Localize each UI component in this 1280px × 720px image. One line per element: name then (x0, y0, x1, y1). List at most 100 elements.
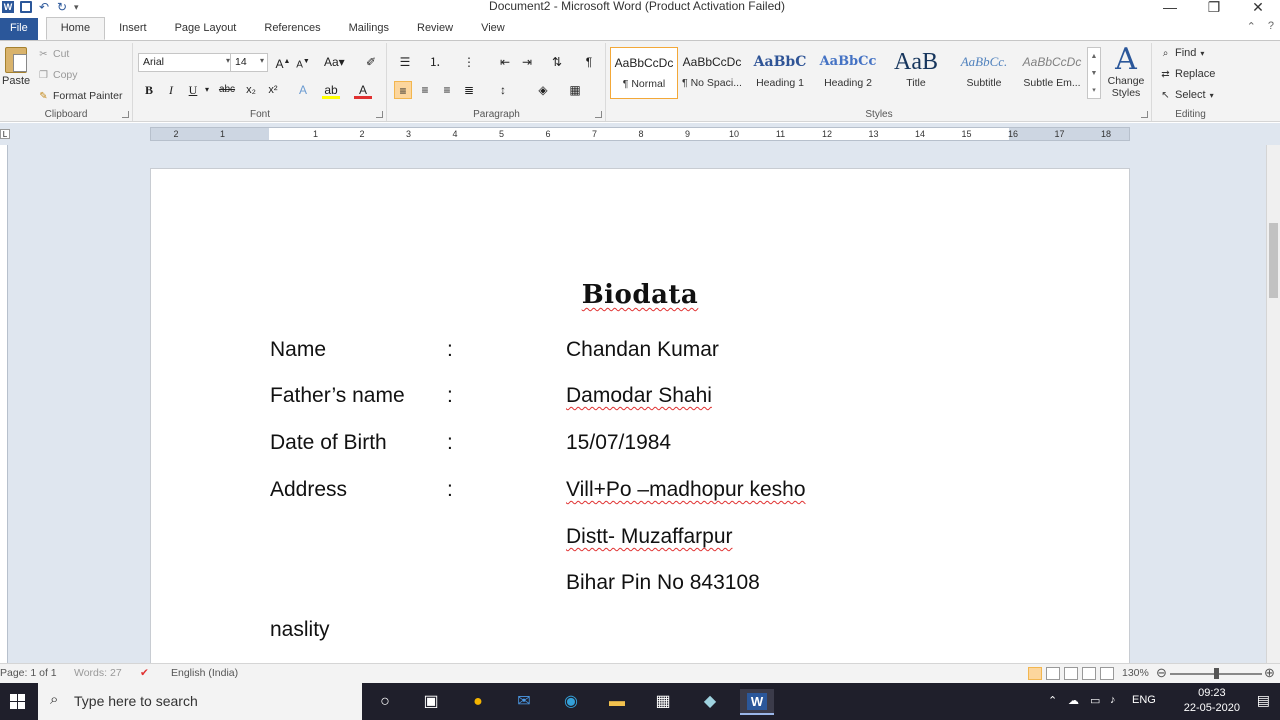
increase-indent-icon[interactable]: ⇥ (518, 53, 536, 71)
styles-launcher-icon[interactable] (1141, 111, 1148, 118)
page-count[interactable]: Page: 1 of 1 (0, 667, 57, 679)
document-page[interactable]: Biodata Name : Chandan Kumar Father’s na… (150, 168, 1130, 663)
proofing-icon[interactable]: ✔ (140, 667, 149, 679)
paragraph-launcher-icon[interactable] (595, 111, 602, 118)
start-button[interactable] (0, 683, 36, 720)
battery-icon[interactable]: ▭ (1090, 694, 1100, 707)
tab-mailings[interactable]: Mailings (335, 18, 403, 40)
style-normal[interactable]: AaBbCcDc ¶ Normal (610, 47, 678, 99)
zoom-in-icon[interactable]: ⊕ (1264, 665, 1275, 681)
tab-references[interactable]: References (250, 18, 334, 40)
print-layout-view-icon[interactable] (1028, 667, 1042, 680)
font-name-box[interactable]: Arial ▾ (138, 53, 234, 72)
style-subtitle[interactable]: AaBbCc. Subtitle (950, 47, 1018, 99)
vertical-ruler[interactable] (0, 145, 8, 663)
cut-button[interactable]: ✂ Cut (38, 48, 69, 60)
clear-formatting-icon[interactable]: ✐ (362, 53, 380, 71)
style-no-spacing[interactable]: AaBbCcDc ¶ No Spaci... (678, 47, 746, 99)
taskbar-search[interactable]: ⌕ Type here to search (38, 683, 362, 720)
align-center-icon[interactable]: ≡ (416, 81, 434, 99)
shrink-font-icon[interactable]: A▼ (294, 53, 312, 71)
font-size-box[interactable]: 14 ▾ (230, 53, 268, 72)
language-indicator[interactable]: English (India) (171, 667, 238, 679)
minimize-ribbon-icon[interactable]: ⌃ (1247, 20, 1256, 33)
web-layout-view-icon[interactable] (1064, 667, 1078, 680)
decrease-indent-icon[interactable]: ⇤ (496, 53, 514, 71)
tab-page-layout[interactable]: Page Layout (161, 18, 251, 40)
line-spacing-icon[interactable]: ↕ (494, 81, 512, 99)
italic-icon[interactable]: I (162, 81, 180, 99)
grow-font-icon[interactable]: A▲ (274, 53, 292, 71)
tab-home[interactable]: Home (45, 17, 106, 40)
style-heading-1[interactable]: AaBbC Heading 1 (746, 47, 814, 99)
draft-view-icon[interactable] (1100, 667, 1114, 680)
superscript-icon[interactable]: x² (264, 81, 282, 99)
bold-icon[interactable]: B (140, 81, 158, 99)
clock[interactable]: 09:23 22-05-2020 (1184, 686, 1240, 716)
paste-button[interactable]: Paste (2, 45, 30, 97)
close-button[interactable]: ✕ (1236, 0, 1280, 16)
justify-icon[interactable]: ≣ (460, 81, 478, 99)
find-button[interactable]: ⌕ Find ▾ (1160, 47, 1205, 59)
sort-icon[interactable]: ⇅ (548, 53, 566, 71)
highlight-icon[interactable]: ab (322, 81, 340, 99)
subscript-icon[interactable]: x₂ (242, 81, 260, 99)
tab-view[interactable]: View (467, 18, 519, 40)
style-gallery-scroll[interactable]: ▲ ▼ ▾ (1087, 47, 1101, 99)
edge-icon[interactable]: ◉ (558, 689, 584, 715)
numbering-icon[interactable]: ⒈ (426, 53, 444, 71)
outline-view-icon[interactable] (1082, 667, 1096, 680)
select-button[interactable]: ↖ Select ▾ (1160, 89, 1213, 101)
show-formatting-icon[interactable]: ¶ (580, 53, 598, 71)
style-heading-2[interactable]: AaBbCc Heading 2 (814, 47, 882, 99)
zoom-level[interactable]: 130% (1122, 667, 1149, 679)
tab-selector-icon[interactable]: L (0, 129, 10, 139)
shading-icon[interactable]: ◈ (534, 81, 552, 99)
tab-review[interactable]: Review (403, 18, 467, 40)
bullets-icon[interactable]: ☰ (396, 53, 414, 71)
change-case-icon[interactable]: Aa▾ (324, 53, 345, 71)
zoom-slider-thumb[interactable] (1214, 668, 1219, 679)
strikethrough-icon[interactable]: abc (218, 81, 236, 99)
change-styles-button[interactable]: A Change Styles (1105, 45, 1147, 100)
tab-file[interactable]: File (0, 18, 38, 40)
replace-button[interactable]: ⇄ Replace (1160, 68, 1215, 80)
full-screen-view-icon[interactable] (1046, 667, 1060, 680)
volume-icon[interactable]: ♪ (1110, 694, 1116, 706)
cortana-icon[interactable]: ○ (372, 689, 398, 715)
tab-insert[interactable]: Insert (105, 18, 161, 40)
style-title[interactable]: AaB Title (882, 47, 950, 99)
word-taskbar-icon[interactable]: W (740, 689, 774, 715)
help-icon[interactable]: ? (1268, 20, 1274, 33)
restore-button[interactable]: ❐ (1192, 0, 1236, 16)
align-right-icon[interactable]: ≡ (438, 81, 456, 99)
task-view-icon[interactable]: ▣ (418, 689, 444, 715)
file-explorer-icon[interactable]: ▬ (604, 689, 630, 715)
zoom-slider[interactable] (1170, 668, 1262, 679)
clipboard-launcher-icon[interactable] (122, 111, 129, 118)
cloud-icon[interactable]: ☁ (1068, 694, 1079, 707)
input-language[interactable]: ENG (1132, 694, 1156, 706)
multilevel-list-icon[interactable]: ⋮ (460, 53, 478, 71)
borders-icon[interactable]: ▦ (566, 81, 584, 99)
underline-dropdown-icon[interactable]: ▾ (198, 81, 216, 99)
mail-icon[interactable]: ✉ (511, 689, 537, 715)
tray-expand-icon[interactable]: ⌃ (1048, 694, 1057, 707)
app-icon[interactable]: ◆ (697, 689, 723, 715)
copy-button[interactable]: ❐ Copy (38, 69, 78, 81)
scroll-thumb[interactable] (1269, 223, 1278, 298)
horizontal-ruler[interactable]: 2 1 1 2 3 4 5 6 7 8 9 10 11 12 13 14 15 16 17 18 (150, 127, 1130, 141)
format-painter-button[interactable]: ✎ Format Painter (38, 90, 122, 102)
notifications-icon[interactable]: ▤ (1257, 692, 1270, 709)
style-subtle-emphasis[interactable]: AaBbCcDc Subtle Em... (1018, 47, 1086, 99)
zoom-out-icon[interactable]: ⊖ (1156, 665, 1167, 681)
font-color-icon[interactable]: A (354, 81, 372, 99)
text-effects-icon[interactable]: A (294, 81, 312, 99)
vertical-scrollbar[interactable]: ▲ (1266, 145, 1280, 663)
minimize-button[interactable]: — (1148, 0, 1192, 16)
word-count[interactable]: Words: 27 (74, 667, 122, 679)
chrome-icon[interactable]: ● (465, 689, 491, 715)
store-icon[interactable]: ▦ (650, 689, 676, 715)
align-left-icon[interactable]: ≡ (394, 81, 412, 99)
font-launcher-icon[interactable] (376, 111, 383, 118)
